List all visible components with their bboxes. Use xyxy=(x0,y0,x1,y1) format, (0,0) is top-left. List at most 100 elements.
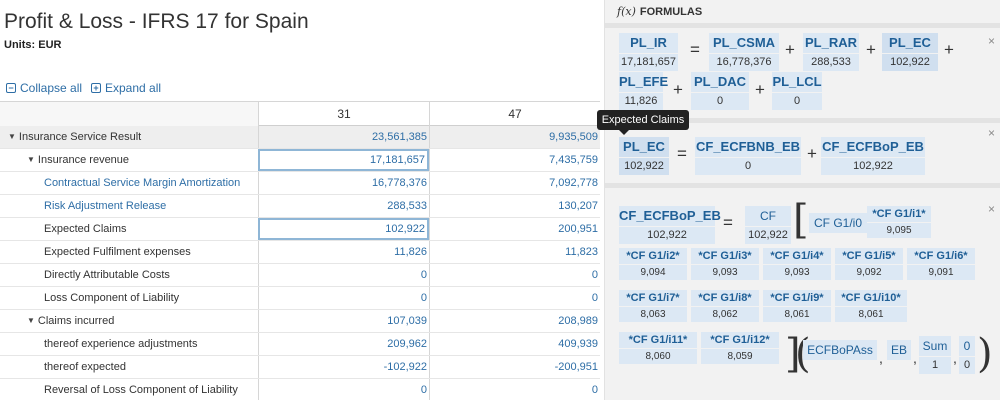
token-value: 8,061 xyxy=(835,307,907,322)
token-ecfbopass[interactable]: ECFBoPAss xyxy=(803,340,877,378)
token-cf-g1-i2[interactable]: *CF G1/i2* 9,094 xyxy=(619,248,687,280)
cell[interactable]: 0 xyxy=(429,287,600,309)
token-cf-g1-i7[interactable]: *CF G1/i7* 8,063 xyxy=(619,290,687,322)
token-cf-ecfbnb-eb[interactable]: CF_ECFBNB_EB 0 xyxy=(695,137,801,175)
row-label[interactable]: Risk Adjustment Release xyxy=(44,195,166,217)
token-value: 0 xyxy=(772,93,822,110)
cell[interactable]: 209,962 xyxy=(258,333,429,355)
token-pl-ec[interactable]: PL_EC 102,922 xyxy=(619,137,669,175)
row-label[interactable]: ▼ Insurance revenue xyxy=(27,149,129,171)
token-cf-g1-i5[interactable]: *CF G1/i5* 9,092 xyxy=(835,248,903,280)
table-row: Risk Adjustment Release 288,533 130,207 xyxy=(0,195,600,218)
table-row: Directly Attributable Costs 0 0 xyxy=(0,264,600,287)
cell-selected[interactable]: 17,181,657 xyxy=(258,149,429,171)
token-pl-rar[interactable]: PL_RAR 288,533 xyxy=(803,33,859,71)
token-name: PL_EFE xyxy=(619,72,668,92)
token-cf-g1-i11[interactable]: *CF G1/i11* 8,060 xyxy=(619,332,697,364)
token-cf-g1-i0[interactable]: CF G1/i0 xyxy=(809,213,867,251)
token-cf-g1-i6[interactable]: *CF G1/i6* 9,091 xyxy=(907,248,975,280)
row-label[interactable]: ▼ Claims incurred xyxy=(27,310,114,332)
token-eb[interactable]: EB xyxy=(887,340,911,378)
cell[interactable]: 7,092,778 xyxy=(429,172,600,194)
token-value: 1 xyxy=(919,357,951,374)
row-label[interactable]: Reversal of Loss Component of Liability xyxy=(44,379,238,400)
token-cf-g1-i3[interactable]: *CF G1/i3* 9,093 xyxy=(691,248,759,280)
function-icon: f(x) xyxy=(617,5,636,18)
token-pl-lcl[interactable]: PL_LCL 0 xyxy=(772,72,822,110)
table-row: Loss Component of Liability 0 0 xyxy=(0,287,600,310)
row-label[interactable]: Expected Fulfilment expenses xyxy=(44,241,191,263)
cell[interactable]: 200,951 xyxy=(429,218,600,240)
column-header-31[interactable]: 31 xyxy=(258,102,429,126)
cell[interactable]: -200,951 xyxy=(429,356,600,378)
row-label[interactable]: Contractual Service Margin Amortization xyxy=(44,172,240,194)
table-row: ▼ Insurance revenue 17,181,657 7,435,759 xyxy=(0,149,600,172)
token-cf-ecfbop-eb[interactable]: CF_ECFBoP_EB 102,922 xyxy=(619,206,721,244)
cell[interactable]: 130,207 xyxy=(429,195,600,217)
close-formula-1-icon[interactable]: × xyxy=(988,34,995,48)
expand-all-label: Expand all xyxy=(105,81,162,95)
close-formula-3-icon[interactable]: × xyxy=(988,202,995,216)
cell[interactable]: 16,778,376 xyxy=(258,172,429,194)
cell[interactable]: 23,561,385 xyxy=(258,126,429,148)
cell[interactable]: 288,533 xyxy=(258,195,429,217)
cell[interactable]: 0 xyxy=(258,264,429,286)
cell[interactable]: 0 xyxy=(429,264,600,286)
token-cf-g1-i1[interactable]: *CF G1/i1* 9,095 xyxy=(867,206,931,238)
expand-all-button[interactable]: + Expand all xyxy=(91,81,161,95)
token-cf[interactable]: CF 102,922 xyxy=(745,206,791,244)
grid-header: 31 47 xyxy=(0,101,600,126)
cell[interactable]: 11,826 xyxy=(258,241,429,263)
token-value: 8,059 xyxy=(701,349,779,364)
token-pl-csma[interactable]: PL_CSMA 16,778,376 xyxy=(709,33,779,71)
plus-sign: + xyxy=(785,40,795,59)
close-formula-2-icon[interactable]: × xyxy=(988,126,995,140)
token-zero[interactable]: 0 0 xyxy=(959,336,975,374)
cell[interactable]: 208,989 xyxy=(429,310,600,332)
row-label[interactable]: Directly Attributable Costs xyxy=(44,264,170,286)
open-bracket: [ xyxy=(793,197,809,243)
token-value: 9,093 xyxy=(763,265,831,280)
cell-selected[interactable]: 102,922 xyxy=(258,218,429,240)
row-label[interactable]: ▼ Insurance Service Result xyxy=(8,126,141,148)
token-pl-ir[interactable]: PL_IR 17,181,657 xyxy=(619,33,678,71)
row-label[interactable]: Loss Component of Liability xyxy=(44,287,179,309)
cell[interactable]: 0 xyxy=(429,379,600,400)
cell[interactable]: 11,823 xyxy=(429,241,600,263)
token-cf-g1-i4[interactable]: *CF G1/i4* 9,093 xyxy=(763,248,831,280)
caret-down-icon[interactable]: ▼ xyxy=(8,126,16,148)
caret-down-icon[interactable]: ▼ xyxy=(27,310,35,332)
token-name: *CF G1/i3* xyxy=(691,248,759,264)
token-sum[interactable]: Sum 1 xyxy=(919,336,951,374)
row-label[interactable]: Expected Claims xyxy=(44,218,127,240)
table-row: ▼ Insurance Service Result 23,561,385 9,9… xyxy=(0,126,600,149)
collapse-all-button[interactable]: − Collapse all xyxy=(6,81,82,95)
cell[interactable]: 7,435,759 xyxy=(429,149,600,171)
cell[interactable]: 409,939 xyxy=(429,333,600,355)
token-cf-ecfbop-eb[interactable]: CF_ECFBoP_EB 102,922 xyxy=(821,137,925,175)
token-name: *CF G1/i6* xyxy=(907,248,975,264)
token-cf-g1-i9[interactable]: *CF G1/i9* 8,061 xyxy=(763,290,831,322)
token-pl-dac[interactable]: PL_DAC 0 xyxy=(691,72,749,110)
caret-down-icon[interactable]: ▼ xyxy=(27,149,35,171)
units-value: EUR xyxy=(38,39,62,51)
cell[interactable]: 0 xyxy=(258,287,429,309)
cell[interactable]: -102,922 xyxy=(258,356,429,378)
token-pl-ec[interactable]: PL_EC 102,922 xyxy=(882,33,938,71)
table-row: Expected Fulfilment expenses 11,826 11,8… xyxy=(0,241,600,264)
token-cf-g1-i8[interactable]: *CF G1/i8* 8,062 xyxy=(691,290,759,322)
row-label[interactable]: thereof experience adjustments xyxy=(44,333,197,355)
cell[interactable]: 9,935,509 xyxy=(429,126,600,148)
token-name: *CF G1/i8* xyxy=(691,290,759,306)
column-header-47[interactable]: 47 xyxy=(429,102,600,126)
token-cf-g1-i10[interactable]: *CF G1/i10* 8,061 xyxy=(835,290,907,322)
row-label[interactable]: thereof expected xyxy=(44,356,126,378)
token-name: *CF G1/i12* xyxy=(701,332,779,348)
cell[interactable]: 0 xyxy=(258,379,429,400)
token-value: 9,093 xyxy=(691,265,759,280)
token-pl-efe[interactable]: PL_EFE 11,826 xyxy=(619,72,668,110)
token-value: 11,826 xyxy=(619,93,663,110)
cell[interactable]: 107,039 xyxy=(258,310,429,332)
token-cf-g1-i12[interactable]: *CF G1/i12* 8,059 xyxy=(701,332,779,364)
token-name: *CF G1/i11* xyxy=(619,332,697,348)
